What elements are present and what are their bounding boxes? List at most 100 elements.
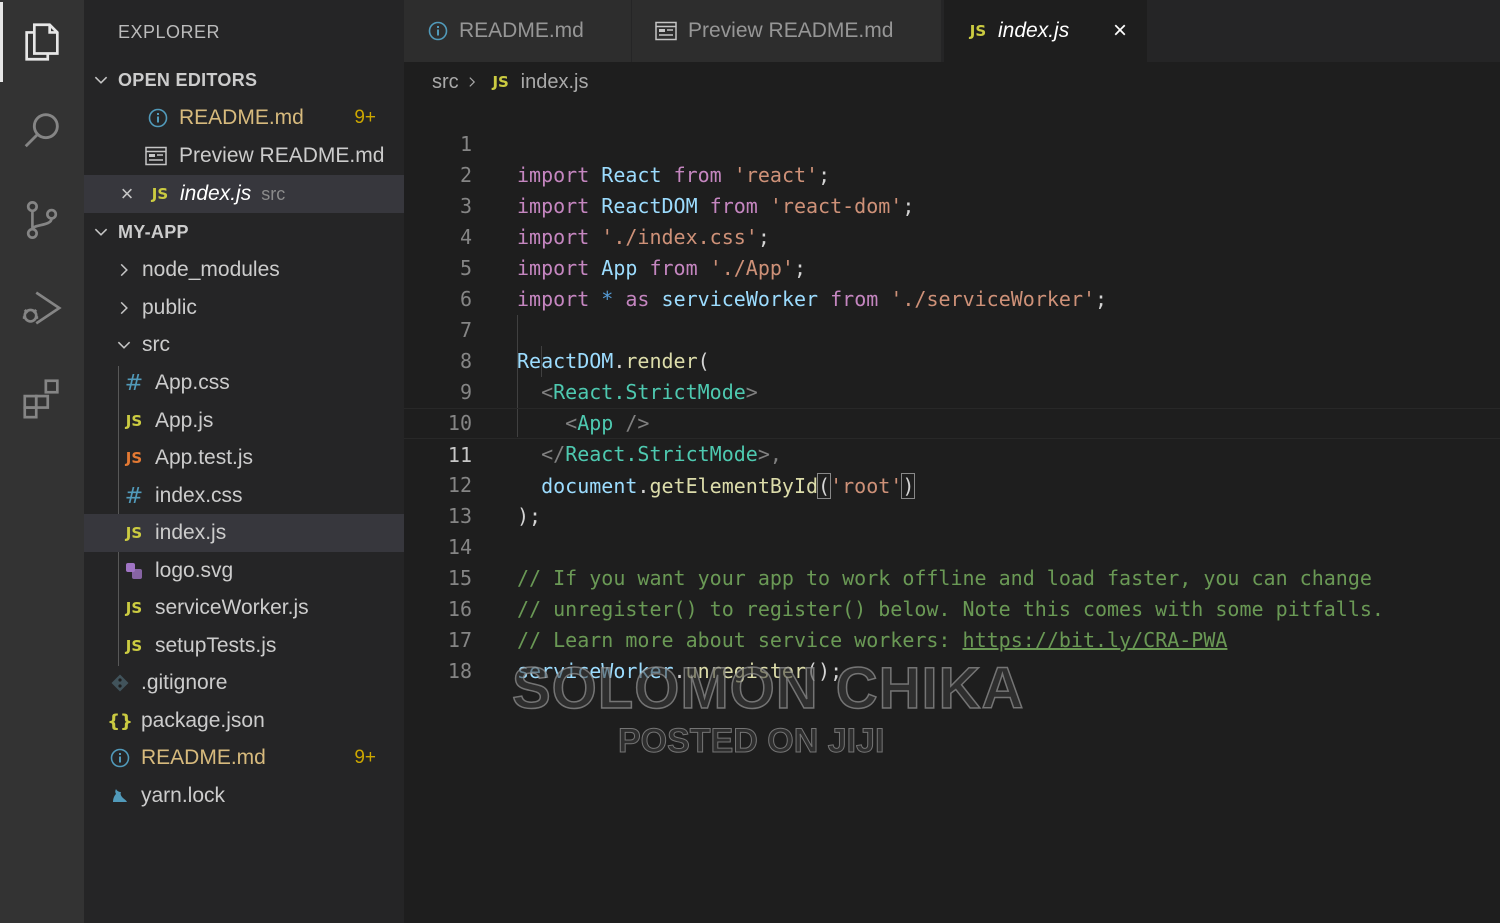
preview-icon [144,146,168,166]
code-line: 8 <React.StrictMode> [459,349,758,404]
file-label: README.md [141,746,266,769]
file-package-json[interactable]: {} package.json [84,702,404,740]
preview-icon [654,21,678,41]
folder-src[interactable]: src [84,326,404,364]
file-index-js[interactable]: JS index.js [84,514,404,552]
folder-public[interactable]: public [84,289,404,327]
breadcrumb-folder[interactable]: src [432,71,459,94]
folder-label: src [142,333,170,356]
file-label: index.css [155,484,243,507]
js-file-icon: JS [125,412,143,430]
code-line: 12 ); [447,473,542,528]
js-file-icon: JS [125,524,143,542]
code-line-current: 11 document.getElementById('root') [404,408,1500,499]
css-file-icon: # [124,370,144,396]
svg-file-icon [122,561,146,581]
activity-bar [0,0,84,923]
watermark-name: SOLOMON CHIKA [511,655,1025,722]
tab-bar: README.md Preview README.md JS index.js … [404,0,1500,62]
folder-node-modules[interactable]: node_modules [84,251,404,289]
open-editors-label: OPEN EDITORS [118,69,258,90]
tab-readme[interactable]: README.md [404,0,632,62]
problems-badge: 9+ [354,107,376,128]
open-editor-label: index.js [180,182,252,205]
problems-badge: 9+ [354,747,376,768]
info-icon [426,21,450,41]
tab-label: Preview README.md [688,19,894,42]
code-line: 5 import * as serviceWorker from './serv… [459,256,1108,311]
open-editor-readme[interactable]: README.md 9+ [84,99,404,137]
close-icon[interactable]: × [1109,19,1131,43]
file-app-js[interactable]: JS App.js [84,402,404,440]
js-file-icon: JS [125,599,143,617]
code-editor[interactable]: 1 import React from 'react'; 2 import Re… [404,98,1500,923]
file-label: .gitignore [141,671,228,694]
chevron-right-icon [469,77,475,87]
chevron-down-icon [117,341,131,349]
open-editor-label: README.md [179,106,304,129]
code-line: 18 [447,659,472,683]
yarn-file-icon [108,786,132,806]
file-label: package.json [141,709,265,732]
code-line: 7 ReactDOM.render( [459,318,710,373]
tab-label: index.js [998,19,1070,42]
code-line: 2 import ReactDOM from 'react-dom'; [459,163,915,218]
extensions-icon[interactable] [0,358,84,438]
file-label: App.test.js [155,446,254,469]
code-line: 1 import React from 'react'; [459,132,831,187]
run-debug-icon[interactable] [0,268,84,348]
folder-label: public [142,296,197,319]
open-editor-path: src [261,183,286,204]
breadcrumb-file[interactable]: index.js [521,71,589,94]
info-icon [108,748,132,768]
js-file-icon: JS [125,637,143,655]
file-yarn-lock[interactable]: yarn.lock [84,777,404,815]
file-logo-svg[interactable]: logo.svg [84,552,404,590]
search-icon[interactable] [0,90,84,170]
file-app-css[interactable]: # App.css [84,364,404,402]
json-file-icon: {} [107,710,133,732]
code-line: 13 [447,504,472,528]
source-control-icon[interactable] [0,180,84,260]
files-icon[interactable] [0,2,84,82]
file-service-worker-js[interactable]: JS serviceWorker.js [84,589,404,627]
project-label: MY-APP [118,221,189,242]
code-line: 6 [459,287,472,311]
chevron-down-icon [94,228,108,236]
tab-index-js[interactable]: JS index.js × [944,0,1148,62]
file-app-test-js[interactable]: JS App.test.js [84,439,404,477]
js-file-icon: JS [492,73,509,91]
info-icon [146,108,170,128]
close-icon[interactable]: × [118,181,136,207]
file-index-css[interactable]: # index.css [84,477,404,515]
open-editor-label: Preview README.md [179,144,385,167]
file-label: serviceWorker.js [155,596,309,619]
file-gitignore[interactable]: .gitignore [84,664,404,702]
file-label: setupTests.js [155,634,277,657]
explorer-title: EXPLORER [118,22,221,42]
css-file-icon: # [124,483,144,509]
file-label: yarn.lock [141,784,226,807]
breadcrumb: src JS index.js [432,68,588,96]
code-line: 3 import './index.css'; [459,194,770,249]
tab-preview-readme[interactable]: Preview README.md [632,0,942,62]
chevron-down-icon [94,76,108,84]
folder-label: node_modules [142,258,280,281]
js-file-icon: JS [969,22,987,40]
code-line: 17 serviceWorker.unregister(); [447,628,843,683]
open-editor-preview[interactable]: Preview README.md [84,137,404,175]
code-line: 9 <App /> [459,380,650,435]
git-file-icon [108,673,132,693]
explorer-sidebar: EXPLORER OPEN EDITORS README.md 9+ Previ… [84,0,404,923]
project-header[interactable]: MY-APP [84,213,404,251]
test-js-file-icon: JS [125,449,143,467]
open-editors-header[interactable]: OPEN EDITORS [84,61,404,99]
file-label: logo.svg [155,559,234,582]
code-line: 15 // unregister() to register() below. … [447,566,1384,621]
file-label: App.js [155,409,214,432]
code-line: 10 </React.StrictMode>, [447,411,782,466]
file-setup-tests-js[interactable]: JS setupTests.js [84,627,404,665]
open-editor-indexjs[interactable]: × JS index.js src [84,175,404,213]
code-line: 4 import App from './App'; [459,225,807,280]
file-readme[interactable]: README.md 9+ [84,739,404,777]
